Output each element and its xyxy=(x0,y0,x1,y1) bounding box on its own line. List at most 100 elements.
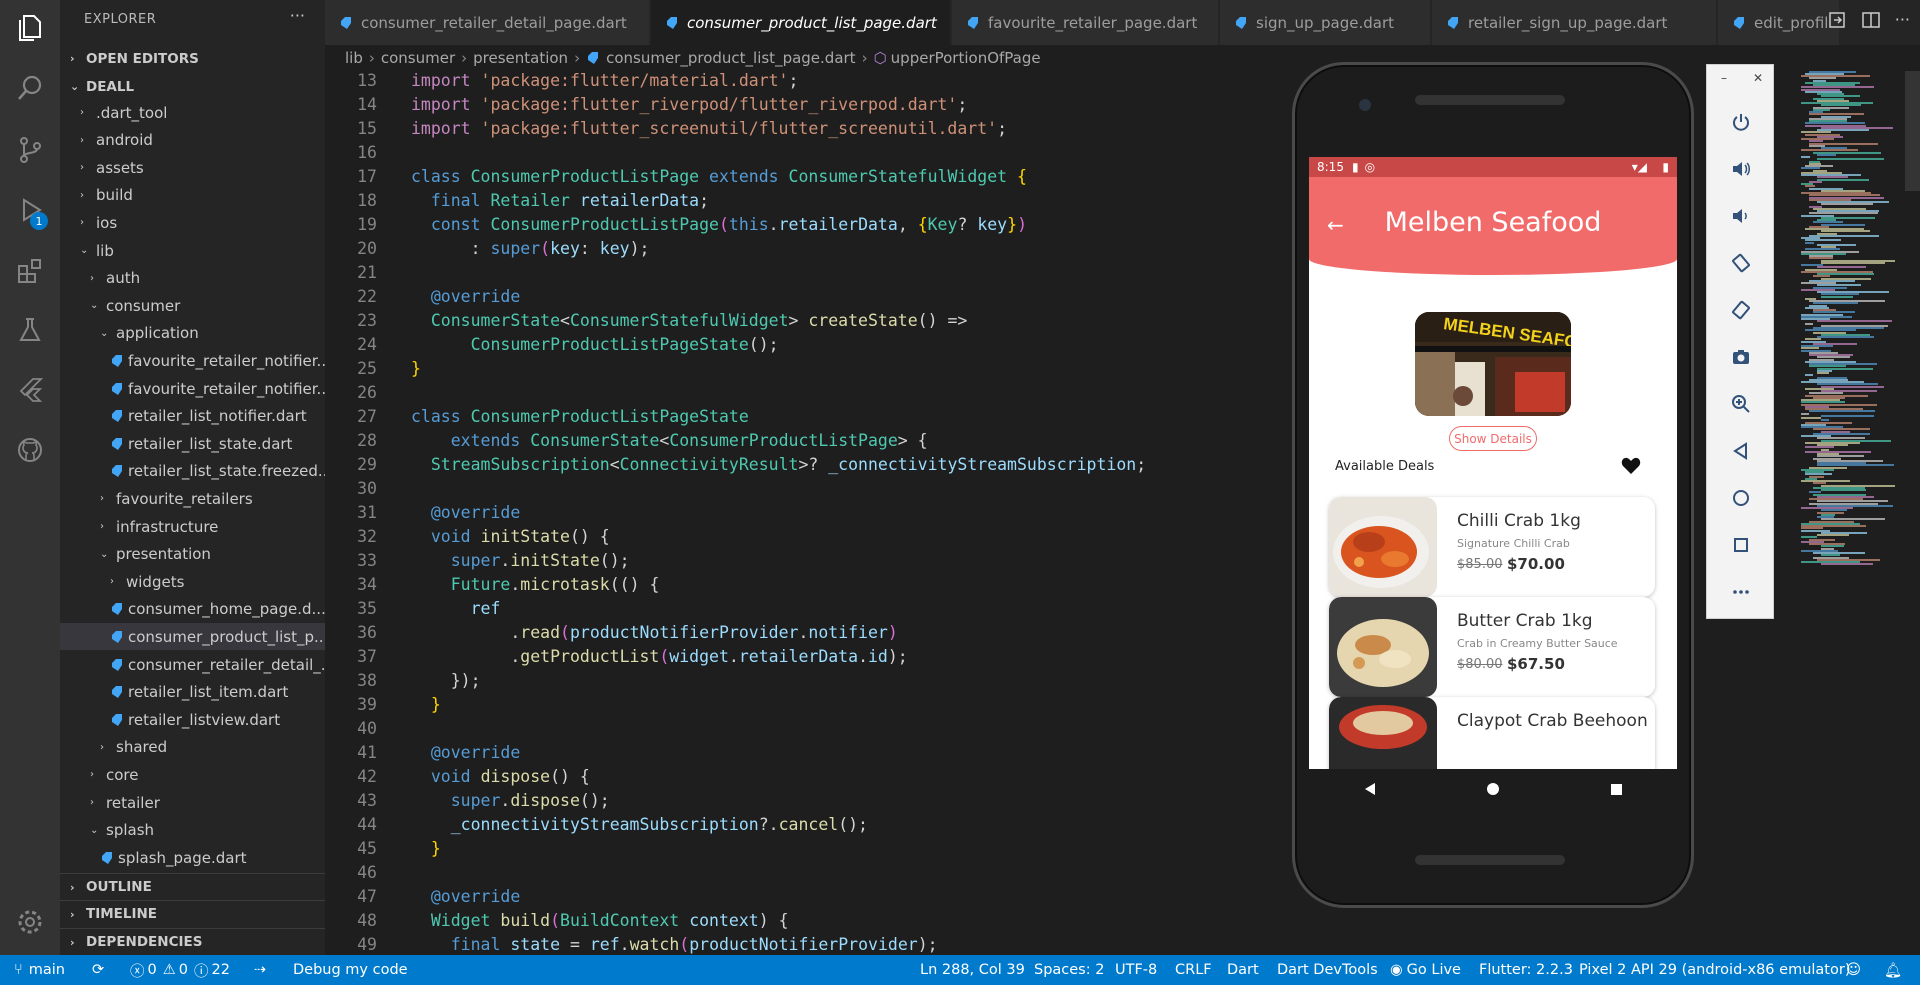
folder-item[interactable]: › infrastructure xyxy=(60,513,325,540)
dependencies-section[interactable]: › DEPENDENCIES xyxy=(60,928,325,955)
file-item[interactable]: retailer_list_item.dart xyxy=(60,679,325,706)
tab-consumer-retailer-detail[interactable]: consumer_retailer_detail_page.dart xyxy=(325,0,650,45)
nav-overview-icon[interactable] xyxy=(1608,781,1624,801)
file-item[interactable]: splash_page.dart xyxy=(60,844,325,871)
language-mode[interactable]: Dart xyxy=(1227,955,1259,985)
folder-item[interactable]: › retailer xyxy=(60,789,325,816)
folder-item[interactable]: › shared xyxy=(60,734,325,761)
file-item[interactable]: consumer_home_page.d... xyxy=(60,596,325,623)
more-actions-icon[interactable]: ··· xyxy=(1895,10,1910,34)
folder-item[interactable]: ⌄ application xyxy=(60,320,325,347)
power-icon[interactable] xyxy=(1707,102,1775,142)
rotate-left-icon[interactable] xyxy=(1707,243,1775,283)
file-item[interactable]: retailer_list_state.freezed.... xyxy=(60,458,325,485)
explorer-icon[interactable] xyxy=(14,12,46,44)
split-editor-icon[interactable] xyxy=(1861,10,1881,34)
nav-home-icon[interactable] xyxy=(1485,781,1501,801)
testing-icon[interactable] xyxy=(14,314,46,346)
editor-scrollbar[interactable] xyxy=(1905,71,1920,955)
breadcrumb-item[interactable]: lib xyxy=(345,49,363,67)
file-item[interactable]: consumer_product_list_p... xyxy=(60,623,325,651)
breadcrumb-item[interactable]: consumer xyxy=(381,49,455,67)
feedback-icon[interactable]: ☺ xyxy=(1846,955,1861,985)
folder-item[interactable]: › ios xyxy=(60,209,325,236)
flutter-icon[interactable] xyxy=(14,374,46,406)
tab-favourite-retailer[interactable]: favourite_retailer_page.dart xyxy=(952,0,1219,45)
tab-sign-up[interactable]: sign_up_page.dart xyxy=(1220,0,1431,45)
home-icon[interactable] xyxy=(1707,478,1775,518)
indentation[interactable]: Spaces: 2 xyxy=(1034,955,1104,985)
cursor-position[interactable]: Ln 288, Col 39 xyxy=(920,955,1025,985)
folder-item[interactable]: › favourite_retailers xyxy=(60,485,325,512)
show-details-button[interactable]: Show Details xyxy=(1449,426,1537,451)
folder-item[interactable]: › .dart_tool xyxy=(60,99,325,126)
file-item[interactable]: retailer_listview.dart xyxy=(60,706,325,733)
product-card[interactable]: Claypot Crab Beehoon xyxy=(1329,697,1655,769)
zoom-icon[interactable] xyxy=(1707,384,1775,424)
dart-devtools[interactable]: Dart DevTools xyxy=(1277,955,1378,985)
file-item[interactable]: favourite_retailer_notifier... xyxy=(60,375,325,402)
scrollbar-thumb[interactable] xyxy=(1905,71,1920,191)
breadcrumb-item[interactable]: presentation xyxy=(473,49,568,67)
folder-item[interactable]: ⌄ consumer xyxy=(60,292,325,319)
notifications-icon[interactable]: 🔔︎ xyxy=(1884,955,1902,985)
folder-item[interactable]: ⌄ presentation xyxy=(60,541,325,568)
problems-indicator[interactable]: ⓧ 0 ⚠ 0 ⓘ 22 xyxy=(130,955,230,985)
back-icon[interactable] xyxy=(1707,431,1775,471)
minimize-icon[interactable]: – xyxy=(1721,71,1727,85)
file-item[interactable]: consumer_retailer_detail_... xyxy=(60,651,325,678)
breadcrumb-item[interactable]: consumer_product_list_page.dart xyxy=(606,49,855,67)
folder-item[interactable]: › auth xyxy=(60,265,325,292)
source-control-icon[interactable] xyxy=(14,134,46,166)
product-card[interactable]: Butter Crab 1kg Crab in Creamy Butter Sa… xyxy=(1329,597,1655,697)
minimap[interactable] xyxy=(1795,71,1905,955)
file-item[interactable]: retailer_list_notifier.dart xyxy=(60,403,325,430)
volume-down-icon[interactable] xyxy=(1707,196,1775,236)
folder-item[interactable]: ⌄ splash xyxy=(60,817,325,844)
overview-icon[interactable] xyxy=(1707,525,1775,565)
file-item[interactable]: retailer_list_state.dart xyxy=(60,430,325,457)
close-tab-icon[interactable]: ✕ xyxy=(949,14,950,32)
tab-retailer-sign-up[interactable]: retailer_sign_up_page.dart xyxy=(1432,0,1717,45)
outline-section[interactable]: › OUTLINE xyxy=(60,873,325,900)
product-card[interactable]: Chilli Crab 1kg Signature Chilli Crab $8… xyxy=(1329,497,1655,597)
folder-item[interactable]: › widgets xyxy=(60,568,325,595)
phone-screen[interactable]: 8:15 ▮ ◎ ▾◢ ▮ ← Melben Seafood MELBEN SE… xyxy=(1309,157,1677,769)
github-icon[interactable] xyxy=(14,434,46,466)
debug-icon[interactable]: ⇢ xyxy=(254,955,266,985)
sync-icon[interactable]: ⟳ xyxy=(92,955,104,985)
folder-item[interactable]: › build xyxy=(60,182,325,209)
folder-item[interactable]: › core xyxy=(60,761,325,788)
breadcrumb-item[interactable]: upperPortionOfPage xyxy=(891,49,1041,67)
extensions-icon[interactable] xyxy=(14,255,46,287)
go-live[interactable]: ◉ Go Live xyxy=(1390,955,1461,985)
folder-item[interactable]: › assets xyxy=(60,154,325,181)
open-editors-section[interactable]: › OPEN EDITORS xyxy=(60,45,325,72)
chevron-down-icon: ⌄ xyxy=(100,327,109,339)
tab-edit-profile[interactable]: edit_profil xyxy=(1718,0,1840,45)
timeline-section[interactable]: › TIMELINE xyxy=(60,900,325,927)
more-icon[interactable] xyxy=(1707,572,1775,612)
open-changes-icon[interactable] xyxy=(1827,10,1847,34)
volume-up-icon[interactable] xyxy=(1707,149,1775,189)
heart-icon[interactable] xyxy=(1621,457,1641,479)
encoding[interactable]: UTF-8 xyxy=(1115,955,1157,985)
line-number: 35 xyxy=(357,599,377,618)
camera-icon[interactable] xyxy=(1707,337,1775,377)
project-section[interactable]: ⌄ DEALL xyxy=(60,73,325,100)
rotate-right-icon[interactable] xyxy=(1707,290,1775,330)
device-selector[interactable]: Pixel 2 API 29 (android-x86 emulator) xyxy=(1579,955,1850,985)
debug-config[interactable]: Debug my code xyxy=(293,955,408,985)
line-ending[interactable]: CRLF xyxy=(1175,955,1212,985)
folder-item[interactable]: › android xyxy=(60,127,325,154)
branch-indicator[interactable]: ⑂ main xyxy=(14,955,65,985)
close-icon[interactable]: ✕ xyxy=(1753,71,1763,85)
more-actions-icon[interactable]: ··· xyxy=(290,6,305,25)
settings-gear-icon[interactable] xyxy=(14,906,46,938)
nav-back-icon[interactable] xyxy=(1362,781,1378,801)
folder-item[interactable]: ⌄ lib xyxy=(60,237,325,264)
tab-consumer-product-list[interactable]: consumer_product_list_page.dart ✕ xyxy=(651,0,951,45)
flutter-version[interactable]: Flutter: 2.2.3 xyxy=(1479,955,1573,985)
file-item[interactable]: favourite_retailer_notifier... xyxy=(60,347,325,374)
search-icon[interactable] xyxy=(14,72,46,104)
